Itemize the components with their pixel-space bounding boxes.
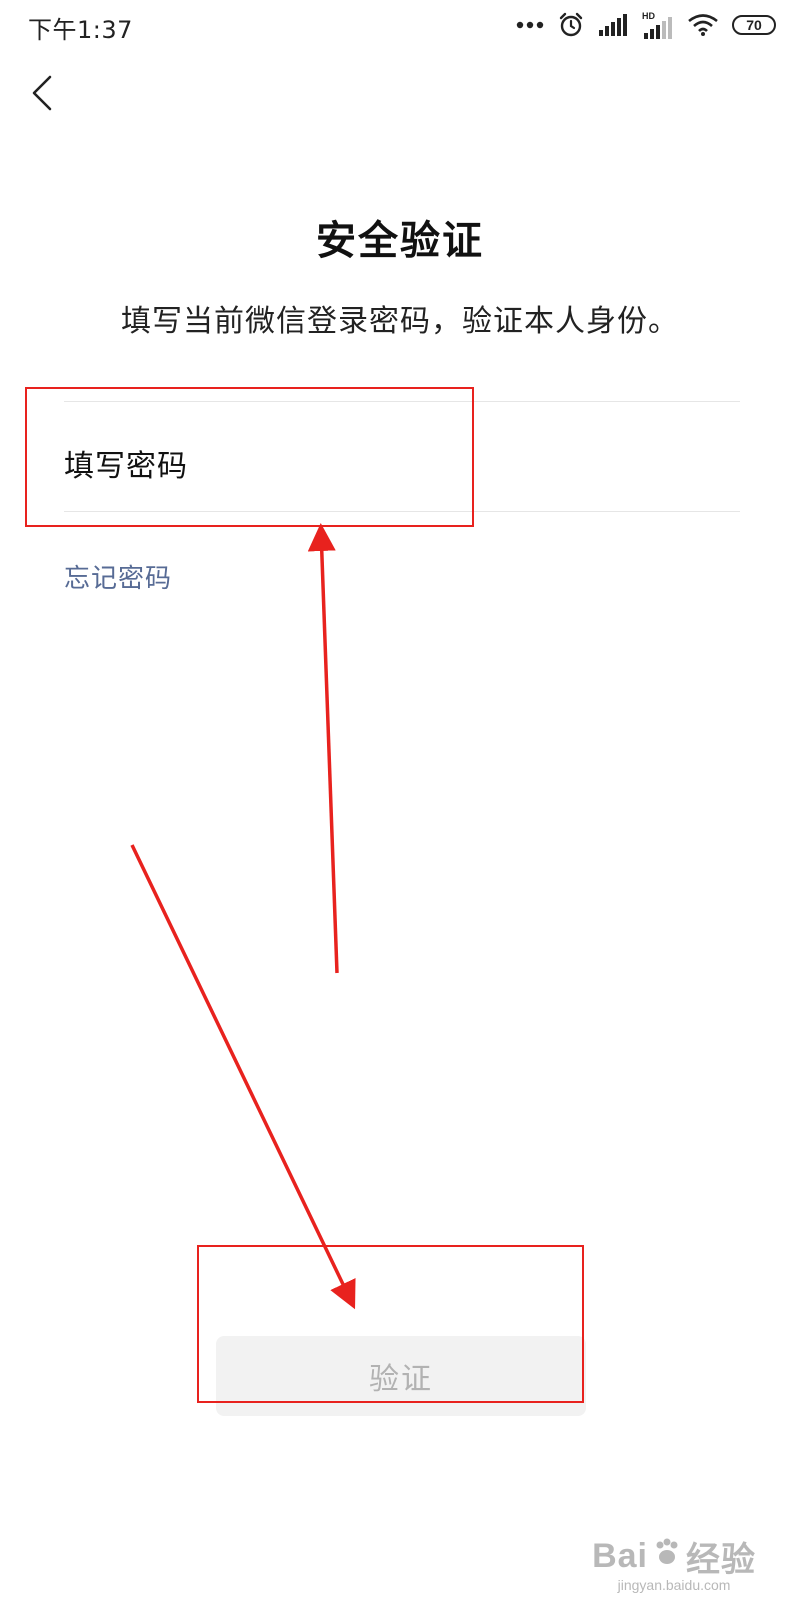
status-time: 下午1:37 [28, 16, 133, 44]
more-dots-icon [516, 21, 544, 29]
page-title: 安全验证 [316, 218, 484, 264]
annotation-box-password [25, 387, 474, 527]
forgot-password-link[interactable]: 忘记密码 [64, 558, 172, 595]
status-icons: HD 70 [516, 8, 776, 42]
page-subtitle: 填写当前微信登录密码，验证本人身份。 [121, 304, 679, 339]
svg-text:HD: HD [642, 11, 655, 21]
hd-signal-icon: HD [642, 11, 674, 39]
alarm-icon [558, 12, 584, 38]
watermark-logo-text: Bai [592, 1537, 648, 1575]
back-button[interactable] [22, 70, 62, 120]
annotation-box-button [197, 1245, 584, 1403]
battery-icon: 70 [732, 15, 776, 35]
chevron-left-icon [31, 75, 53, 115]
wifi-icon [688, 14, 718, 36]
watermark: Bai 经验 jingyan.baidu.com [592, 1532, 756, 1593]
arrow-to-button [130, 844, 356, 1310]
watermark-logo: Bai 经验 [592, 1532, 756, 1581]
status-bar: 下午1:37 HD 70 [0, 0, 800, 52]
arrow-to-password [307, 523, 339, 974]
watermark-logo-suffix: 经验 [686, 1541, 756, 1579]
paw-icon [652, 1537, 682, 1576]
signal-icon [598, 14, 628, 36]
